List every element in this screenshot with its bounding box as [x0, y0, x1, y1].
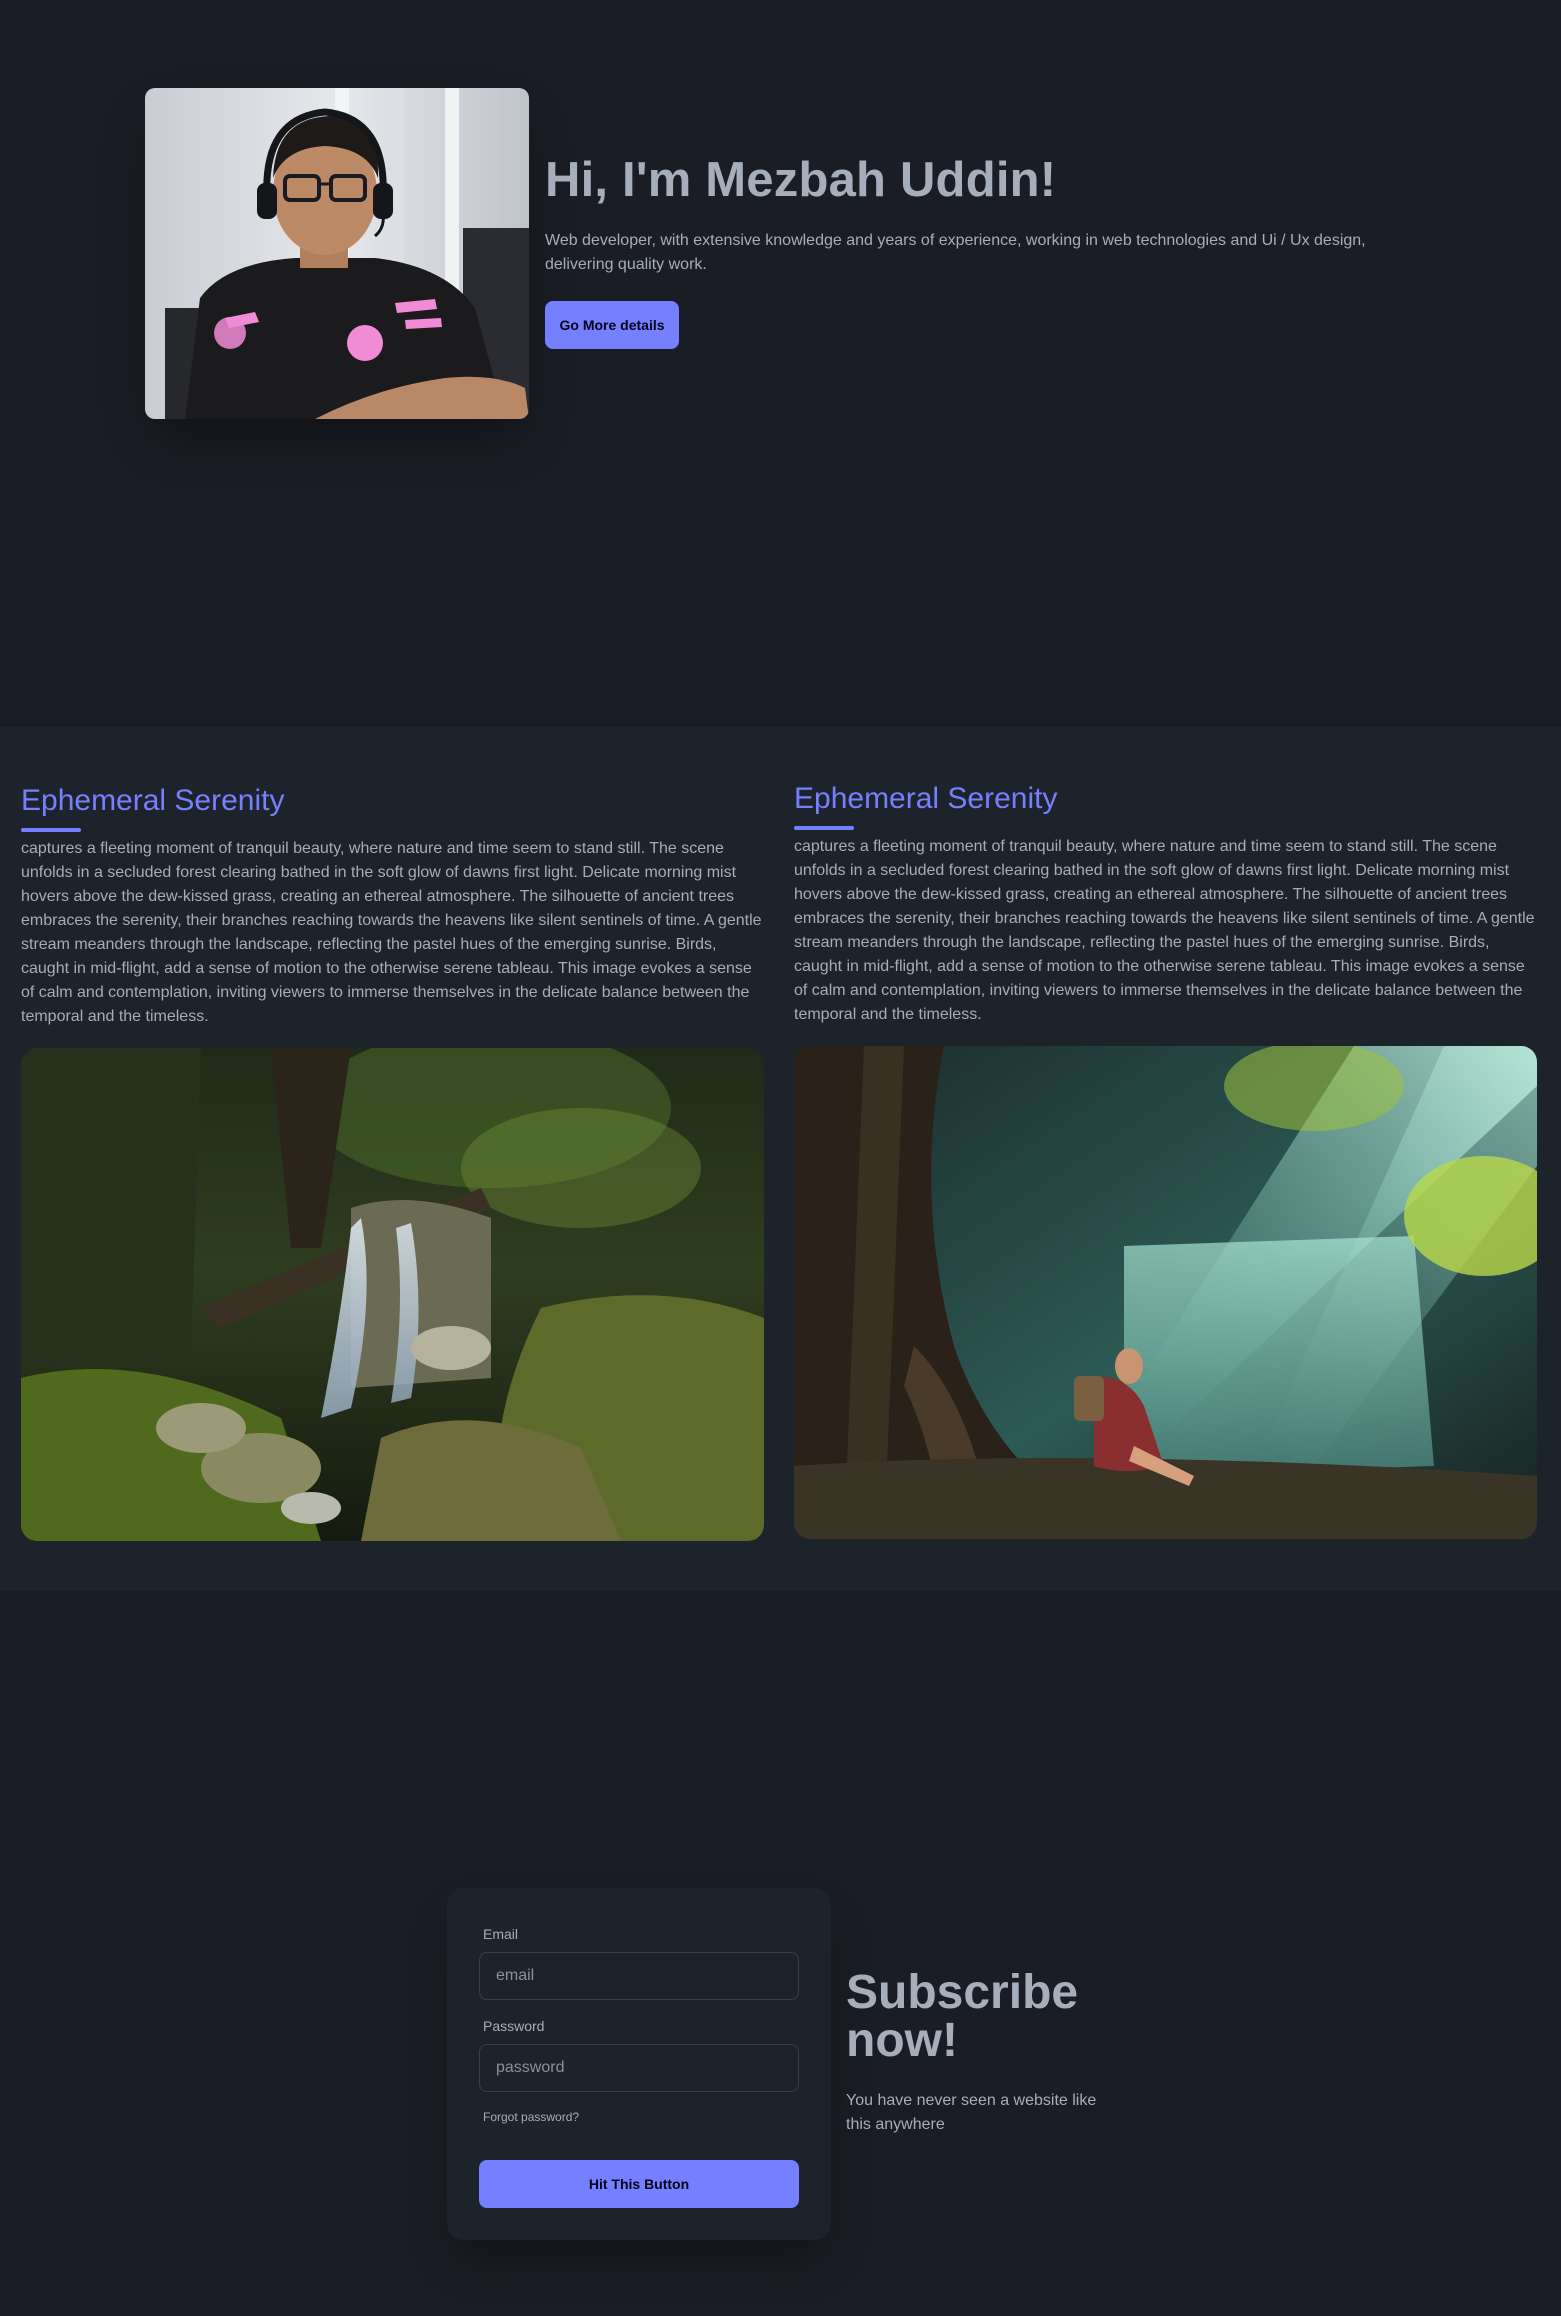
password-label: Password [483, 2018, 545, 2034]
subscribe-description: You have never seen a website like this … [846, 2092, 1097, 2133]
title-underline [794, 826, 854, 830]
article-text: captures a fleeting moment of tranquil b… [21, 840, 762, 1025]
password-input[interactable] [479, 2044, 799, 2092]
article-card: Ephemeral Serenity captures a fleeting m… [794, 777, 1537, 1539]
article-text: captures a fleeting moment of tranquil b… [794, 838, 1535, 1023]
go-more-details-button[interactable]: Go More details [545, 301, 679, 349]
profile-photo [145, 88, 529, 419]
profile-photo-image [145, 88, 529, 419]
article-card: Ephemeral Serenity captures a fleeting m… [21, 779, 764, 1541]
title-underline [21, 828, 81, 832]
hero-description: Web developer, with extensive knowledge … [545, 232, 1366, 273]
email-input[interactable] [479, 1952, 799, 2000]
hero-title: Hi, I'm Mezbah Uddin! [545, 153, 1057, 207]
subscribe-form: Email Password Forgot password? Hit This… [447, 1888, 831, 2240]
subscribe-title: Subscribe now! [846, 1966, 1079, 2067]
article-title: Ephemeral Serenity [794, 782, 1058, 815]
email-label: Email [483, 1926, 519, 1942]
waterfall-rocks-image [21, 1048, 764, 1541]
subscribe-section: Email Password Forgot password? Hit This… [0, 1591, 1561, 2316]
articles-section: Ephemeral Serenity captures a fleeting m… [0, 727, 1561, 1591]
forgot-password-link[interactable]: Forgot password? [483, 2110, 579, 2124]
article-title: Ephemeral Serenity [21, 784, 285, 817]
hit-this-button[interactable]: Hit This Button [479, 2160, 799, 2208]
hero-section: Hi, I'm Mezbah Uddin! Web developer, wit… [0, 0, 1561, 727]
waterfall-woman-image [794, 1046, 1537, 1539]
